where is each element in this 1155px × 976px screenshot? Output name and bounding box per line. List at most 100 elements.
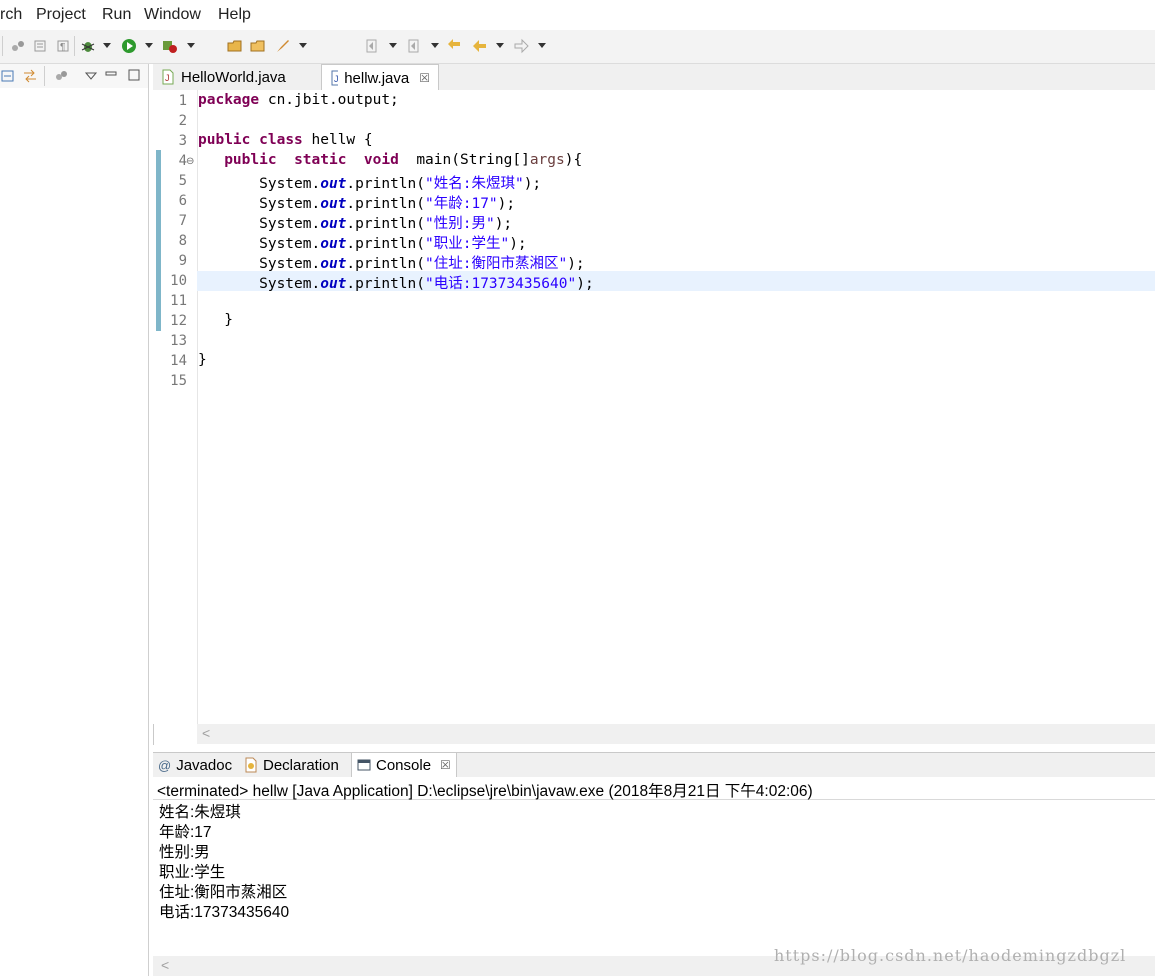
declaration-icon bbox=[245, 757, 257, 773]
last-edit-location-icon[interactable] bbox=[447, 38, 463, 54]
line-number: 9 bbox=[178, 253, 187, 269]
previous-annotation-icon[interactable] bbox=[406, 38, 422, 54]
line-number: 6 bbox=[178, 193, 187, 209]
tab-label: hellw.java bbox=[344, 69, 410, 87]
collapse-all-icon[interactable] bbox=[0, 68, 16, 84]
show-whitespace-icon[interactable] bbox=[32, 38, 48, 54]
scroll-left-arrow-icon[interactable]: < bbox=[161, 957, 169, 973]
package-explorer-toolbar bbox=[0, 64, 148, 88]
open-resource-icon[interactable] bbox=[250, 38, 266, 54]
code-line-10: System.out.println("电话:17373435640"); bbox=[259, 276, 594, 292]
bottom-panel-tab-bar: @ Javadoc Declaration Console ☒ bbox=[153, 752, 1155, 779]
editor-tab-bar: J HelloWorld.java J hellw.java ☒ bbox=[153, 64, 1155, 91]
run-dropdown-icon[interactable] bbox=[145, 43, 153, 48]
code-line-12: } bbox=[224, 312, 233, 328]
toolbar-separator bbox=[44, 66, 45, 86]
package-explorer-panel bbox=[0, 64, 149, 976]
tab-label: Javadoc bbox=[176, 756, 233, 774]
code-line-9: System.out.println("住址:衡阳市蒸湘区"); bbox=[259, 256, 585, 272]
tab-javadoc[interactable]: @ Javadoc bbox=[153, 753, 237, 777]
console-line: 住址:衡阳市蒸湘区 bbox=[159, 884, 288, 901]
line-number: 3 bbox=[178, 133, 187, 149]
external-tools-dropdown-icon[interactable] bbox=[187, 43, 195, 48]
console-status-text: <terminated> hellw [Java Application] D:… bbox=[157, 783, 813, 800]
code-line-8: System.out.println("职业:学生"); bbox=[259, 236, 527, 252]
next-annotation-icon[interactable] bbox=[364, 38, 380, 54]
pilcrow-icon[interactable]: ¶ bbox=[55, 38, 71, 54]
code-line-6: System.out.println("年龄:17"); bbox=[259, 196, 516, 212]
code-line-14: } bbox=[198, 352, 207, 368]
console-line: 性别:男 bbox=[159, 844, 210, 861]
tab-label: Console bbox=[376, 756, 432, 774]
maximize-icon[interactable] bbox=[126, 67, 142, 83]
tab-label: Declaration bbox=[263, 756, 339, 774]
menu-window[interactable]: Window bbox=[144, 6, 201, 24]
line-number: 14 bbox=[170, 353, 187, 369]
tab-console[interactable]: Console ☒ bbox=[351, 753, 457, 777]
menu-help[interactable]: Help bbox=[218, 6, 251, 24]
java-file-icon: J bbox=[162, 69, 174, 85]
forward-dropdown-icon[interactable] bbox=[538, 43, 546, 48]
at-sign-icon: @ bbox=[158, 757, 172, 773]
code-line-4: public static void main(String[]args){ bbox=[224, 152, 583, 168]
code-line-7: System.out.println("性别:男"); bbox=[259, 216, 513, 232]
line-number: 2 bbox=[178, 113, 187, 129]
focus-active-task-icon[interactable] bbox=[53, 68, 69, 84]
external-tools-icon[interactable] bbox=[162, 38, 178, 54]
tab-helloworld-java[interactable]: J HelloWorld.java bbox=[153, 64, 321, 90]
svg-text:J: J bbox=[334, 74, 338, 84]
svg-text:¶: ¶ bbox=[60, 42, 65, 53]
java-file-icon: J bbox=[331, 70, 339, 86]
menu-project[interactable]: Project bbox=[36, 6, 86, 24]
open-type-icon[interactable] bbox=[227, 38, 243, 54]
tab-label: HelloWorld.java bbox=[181, 68, 286, 86]
minimize-icon[interactable] bbox=[103, 66, 119, 82]
line-number: 5 bbox=[178, 173, 187, 189]
console-line: 职业:学生 bbox=[159, 864, 226, 881]
watermark: https://blog.csdn.net/haodemingzdbgzl bbox=[774, 946, 1127, 965]
line-number: 13 bbox=[170, 333, 187, 349]
editor-horizontal-scrollbar[interactable]: < bbox=[197, 724, 1155, 744]
menu-run[interactable]: Run bbox=[102, 6, 131, 24]
console-line: 年龄:17 bbox=[159, 824, 212, 841]
line-number: 12 bbox=[170, 313, 187, 329]
console-header: <terminated> hellw [Java Application] D:… bbox=[153, 777, 1155, 800]
open-task-dropdown-icon[interactable] bbox=[299, 43, 307, 48]
view-menu-icon[interactable] bbox=[83, 68, 99, 84]
back-dropdown-icon[interactable] bbox=[496, 43, 504, 48]
tab-hellw-java[interactable]: J hellw.java ☒ bbox=[321, 64, 439, 91]
line-number: 7 bbox=[178, 213, 187, 229]
open-task-icon[interactable] bbox=[275, 38, 291, 54]
line-number: 8 bbox=[178, 233, 187, 249]
console-line: 姓名:朱煜琪 bbox=[159, 804, 241, 821]
tab-declaration[interactable]: Declaration bbox=[239, 753, 344, 777]
svg-text:J: J bbox=[165, 73, 170, 83]
fold-collapse-icon[interactable]: ⊖ bbox=[186, 156, 194, 167]
code-line-5: System.out.println("姓名:朱煜琪"); bbox=[259, 176, 542, 192]
previous-annotation-dropdown-icon[interactable] bbox=[431, 43, 439, 48]
code-line-3: public class hellw { bbox=[198, 132, 373, 148]
next-annotation-dropdown-icon[interactable] bbox=[389, 43, 397, 48]
menu-bar: rch Project Run Window Help bbox=[0, 0, 1155, 30]
toolbar-separator bbox=[74, 36, 75, 56]
line-number: 4 bbox=[178, 153, 187, 169]
toolbar-separator bbox=[2, 36, 3, 56]
link-with-editor-icon[interactable] bbox=[22, 68, 38, 84]
run-icon[interactable] bbox=[121, 38, 137, 54]
console-output[interactable]: 姓名:朱煜琪 年龄:17 性别:男职业:学生住址:衡阳市蒸湘区 电话:17373435… bbox=[153, 800, 1155, 956]
back-icon[interactable] bbox=[472, 38, 488, 54]
close-tab-icon[interactable]: ☒ bbox=[440, 758, 451, 772]
debug-dropdown-icon[interactable] bbox=[103, 43, 111, 48]
toolbar: ¶ bbox=[0, 30, 1155, 64]
debug-icon[interactable] bbox=[80, 38, 96, 54]
line-number: 10 bbox=[170, 273, 187, 289]
code-line-1: package cn.jbit.output; bbox=[198, 92, 399, 108]
scroll-left-arrow-icon[interactable]: < bbox=[202, 725, 210, 741]
console-line: 电话:17373435640 bbox=[159, 904, 290, 921]
menu-search[interactable]: rch bbox=[0, 6, 22, 24]
line-number: 11 bbox=[170, 293, 187, 309]
forward-icon[interactable] bbox=[513, 38, 529, 54]
line-number: 1 bbox=[178, 93, 187, 109]
toggle-breadcrumb-icon[interactable] bbox=[10, 38, 26, 54]
close-tab-icon[interactable]: ☒ bbox=[419, 71, 430, 85]
